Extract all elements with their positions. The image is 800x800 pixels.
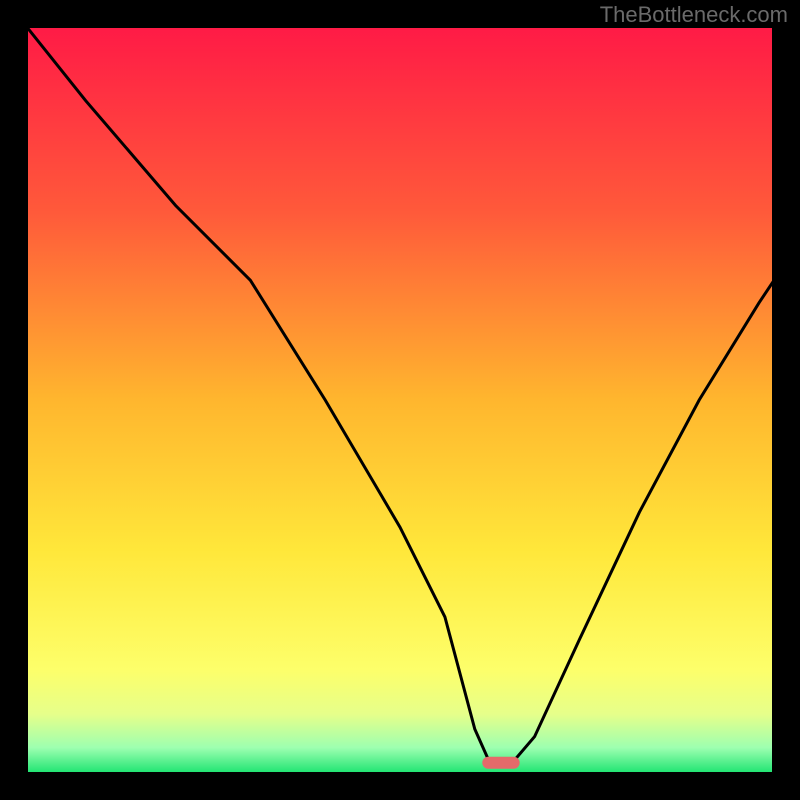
plot-background [26, 26, 774, 774]
watermark-text: TheBottleneck.com [600, 2, 788, 28]
minimum-marker [482, 757, 519, 769]
bottleneck-chart [0, 0, 800, 800]
chart-container: TheBottleneck.com [0, 0, 800, 800]
